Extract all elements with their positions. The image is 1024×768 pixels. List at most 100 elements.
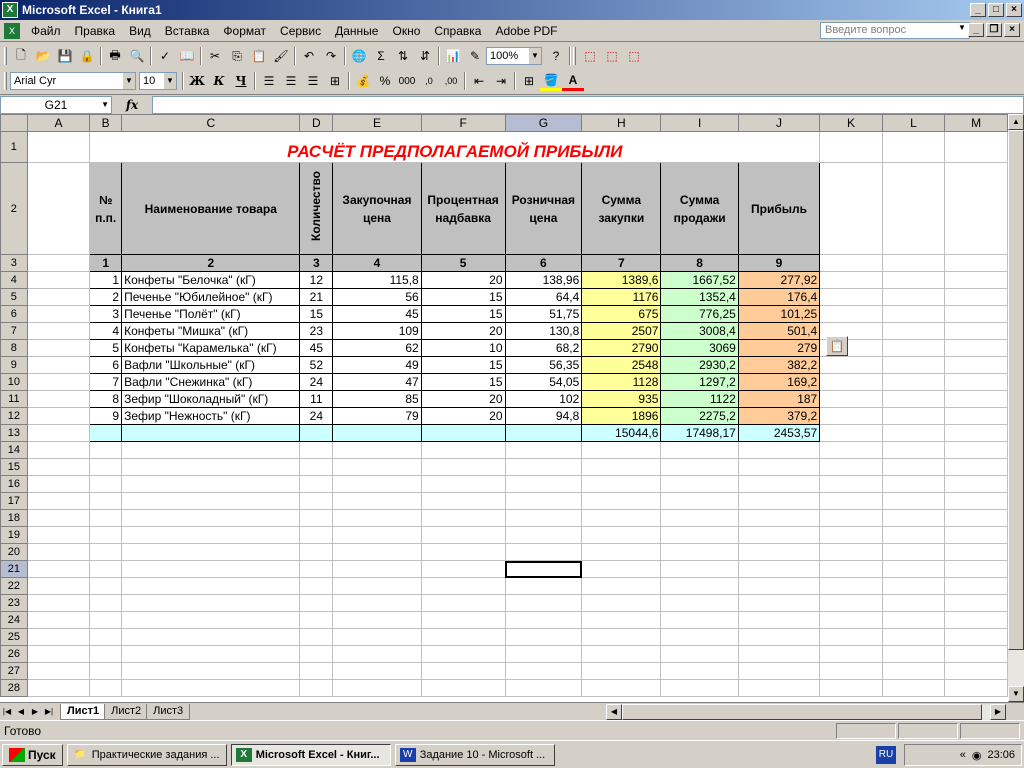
- taskbar-explorer[interactable]: 📁 Практические задания ...: [66, 743, 227, 766]
- cell[interactable]: [26, 594, 91, 612]
- cell[interactable]: [881, 560, 946, 578]
- row-header[interactable]: 3: [0, 254, 28, 272]
- data-cell[interactable]: 2548: [581, 356, 662, 374]
- cell[interactable]: [420, 509, 506, 527]
- row-header[interactable]: 21: [0, 560, 28, 578]
- table-header[interactable]: Сумма закупки: [581, 162, 662, 255]
- column-header[interactable]: A: [26, 114, 91, 132]
- cell[interactable]: [26, 560, 91, 578]
- data-cell[interactable]: 52: [299, 356, 334, 374]
- data-cell[interactable]: 2275,2: [660, 407, 739, 425]
- taskbar-excel[interactable]: X Microsoft Excel - Книг...: [230, 743, 391, 766]
- cell[interactable]: [819, 611, 883, 629]
- cell[interactable]: [420, 611, 506, 629]
- taskbar-word[interactable]: W Задание 10 - Microsoft ...: [394, 743, 555, 766]
- cell[interactable]: [944, 131, 1008, 163]
- cell[interactable]: [121, 645, 301, 663]
- total-cell[interactable]: 17498,17: [660, 424, 739, 442]
- decrease-decimal-icon[interactable]: ,00: [440, 71, 462, 91]
- hyperlink-icon[interactable]: 🌐: [348, 46, 370, 66]
- cell[interactable]: [819, 526, 883, 544]
- cell[interactable]: [819, 492, 883, 510]
- cell[interactable]: [944, 271, 1008, 289]
- cell[interactable]: [89, 526, 123, 544]
- cell[interactable]: [881, 458, 946, 476]
- cell[interactable]: [299, 662, 334, 680]
- cell[interactable]: [944, 645, 1008, 663]
- cell[interactable]: [819, 356, 883, 374]
- cell[interactable]: [299, 560, 334, 578]
- data-cell[interactable]: Вафли "Снежинка" (кГ): [121, 373, 301, 391]
- fill-color-icon[interactable]: 🪣: [540, 71, 562, 91]
- row-header[interactable]: 7: [0, 322, 28, 340]
- column-number[interactable]: 7: [581, 254, 662, 272]
- column-header[interactable]: E: [332, 114, 422, 132]
- worksheet-grid[interactable]: A B C D E F G H I J K L M 1 РАСЧЁТ ПРЕДПО…: [0, 114, 1008, 702]
- scroll-down-icon[interactable]: ▼: [1008, 686, 1024, 702]
- total-cell[interactable]: [420, 424, 506, 442]
- last-sheet-icon[interactable]: ▶|: [42, 707, 56, 716]
- row-header[interactable]: 12: [0, 407, 28, 425]
- cell[interactable]: [819, 543, 883, 561]
- percent-icon[interactable]: %: [374, 71, 396, 91]
- data-cell[interactable]: 15: [299, 305, 334, 323]
- cell[interactable]: [737, 594, 821, 612]
- doc-close-button[interactable]: ×: [1004, 23, 1020, 37]
- cell[interactable]: [26, 679, 91, 697]
- cell[interactable]: [581, 543, 662, 561]
- cell[interactable]: [420, 441, 506, 459]
- cell[interactable]: [819, 645, 883, 663]
- data-cell[interactable]: 2507: [581, 322, 662, 340]
- data-cell[interactable]: 20: [420, 322, 506, 340]
- menu-edit[interactable]: Правка: [68, 24, 123, 38]
- data-cell[interactable]: 94,8: [504, 407, 583, 425]
- cell[interactable]: [299, 594, 334, 612]
- row-header[interactable]: 14: [0, 441, 28, 459]
- cell[interactable]: [660, 594, 739, 612]
- cell[interactable]: [660, 526, 739, 544]
- cell[interactable]: [121, 543, 301, 561]
- minimize-button[interactable]: _: [970, 3, 986, 17]
- cell[interactable]: [881, 509, 946, 527]
- data-cell[interactable]: 20: [420, 407, 506, 425]
- vertical-scrollbar[interactable]: ▲ ▼: [1008, 114, 1024, 702]
- cell[interactable]: [420, 662, 506, 680]
- borders-icon[interactable]: ⊞: [518, 71, 540, 91]
- cell[interactable]: [299, 509, 334, 527]
- cell[interactable]: [26, 475, 91, 493]
- next-sheet-icon[interactable]: ▶: [28, 707, 42, 716]
- cell[interactable]: [660, 492, 739, 510]
- cell[interactable]: [881, 543, 946, 561]
- cell[interactable]: [299, 679, 334, 697]
- open-icon[interactable]: 📂: [32, 46, 54, 66]
- format-painter-icon[interactable]: 🖌: [270, 46, 292, 66]
- cell[interactable]: [660, 628, 739, 646]
- cell[interactable]: [944, 356, 1008, 374]
- cell[interactable]: [737, 662, 821, 680]
- data-cell[interactable]: 1: [89, 271, 123, 289]
- cell[interactable]: [881, 162, 946, 255]
- insert-function-icon[interactable]: fx: [112, 98, 152, 112]
- cell[interactable]: [26, 305, 91, 323]
- cell[interactable]: [26, 628, 91, 646]
- cell[interactable]: [944, 679, 1008, 697]
- cell[interactable]: [581, 645, 662, 663]
- cell[interactable]: [881, 492, 946, 510]
- total-cell[interactable]: 15044,6: [581, 424, 662, 442]
- cell[interactable]: [420, 492, 506, 510]
- cell[interactable]: [89, 577, 123, 595]
- cell[interactable]: [581, 526, 662, 544]
- cell[interactable]: [121, 577, 301, 595]
- row-header[interactable]: 28: [0, 679, 28, 697]
- print-icon[interactable]: 🖶: [104, 46, 126, 66]
- pdf-convert-icon[interactable]: ⬚: [579, 46, 601, 66]
- column-header[interactable]: G: [504, 114, 583, 132]
- cell[interactable]: [881, 373, 946, 391]
- doc-restore-button[interactable]: ❐: [986, 23, 1002, 37]
- cell[interactable]: [332, 560, 422, 578]
- total-cell[interactable]: [504, 424, 583, 442]
- data-cell[interactable]: 9: [89, 407, 123, 425]
- column-number[interactable]: 4: [332, 254, 422, 272]
- permission-icon[interactable]: 🔒: [76, 46, 98, 66]
- cell[interactable]: [881, 645, 946, 663]
